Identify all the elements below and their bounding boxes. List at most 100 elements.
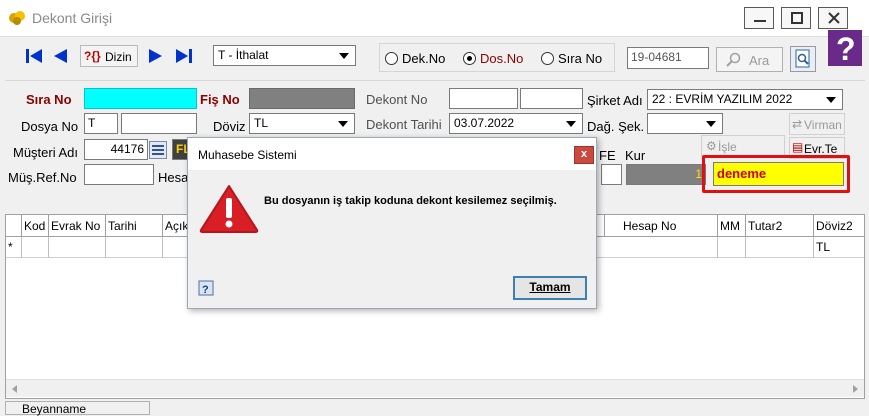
horizontal-scrollbar[interactable] bbox=[6, 379, 864, 397]
next-icon bbox=[149, 49, 162, 63]
cell-doviz2[interactable]: TL bbox=[814, 237, 864, 258]
kur-label: Kur bbox=[625, 148, 646, 163]
first-icon bbox=[26, 49, 42, 63]
app-icon bbox=[8, 8, 26, 26]
virman-label: Virman bbox=[804, 118, 842, 132]
scroll-left-icon bbox=[12, 385, 17, 393]
maximize-button[interactable] bbox=[781, 7, 811, 29]
chevron-down-icon bbox=[566, 121, 576, 127]
col-evrak-no[interactable]: Evrak No bbox=[49, 215, 106, 237]
dag-sek-select[interactable] bbox=[647, 113, 723, 134]
radio-sira-no[interactable]: Sıra No bbox=[541, 51, 602, 66]
col-kod[interactable]: Kod bbox=[22, 215, 49, 237]
col-tutar2[interactable]: Tutar2 bbox=[746, 215, 814, 237]
svg-text:?: ? bbox=[836, 31, 856, 66]
first-record-button[interactable] bbox=[24, 45, 44, 67]
cell-kod[interactable] bbox=[22, 237, 49, 258]
process-icon: ⚙ bbox=[706, 139, 717, 153]
musteri-lookup-button[interactable] bbox=[149, 141, 167, 159]
minimize-icon bbox=[754, 20, 766, 22]
sirket-adi-label: Şirket Adı bbox=[587, 93, 643, 108]
dag-sek-label: Dağ. Şek. bbox=[587, 119, 645, 134]
minimize-button[interactable] bbox=[744, 7, 774, 29]
dekont-tarihi-picker[interactable]: 03.07.2022 bbox=[449, 113, 583, 134]
prev-record-button[interactable] bbox=[50, 45, 70, 67]
kur-field[interactable]: 1 bbox=[626, 164, 706, 185]
radio-dos-no[interactable]: Dos.No bbox=[463, 51, 523, 66]
highlight-box bbox=[702, 155, 850, 193]
preview-button[interactable] bbox=[790, 46, 816, 72]
error-warning-icon bbox=[199, 185, 259, 233]
dosya-no-label: Dosya No bbox=[21, 119, 79, 134]
fe-field[interactable] bbox=[601, 164, 622, 185]
musteri-code-field[interactable]: 44176 bbox=[84, 139, 148, 160]
chevron-down-icon bbox=[338, 121, 348, 127]
divider bbox=[5, 80, 865, 81]
sira-no-field[interactable] bbox=[84, 88, 197, 109]
type-select-value: T - İthalat bbox=[218, 48, 269, 62]
sirket-adi-select[interactable]: 22 : EVRİM YAZILIM 2022 bbox=[647, 89, 843, 110]
cell-evrak-no[interactable] bbox=[49, 237, 106, 258]
cell-tutar2[interactable] bbox=[746, 237, 814, 258]
new-row-marker: * bbox=[6, 237, 22, 258]
cell-hesap-no[interactable] bbox=[621, 237, 718, 258]
fis-no-field[interactable] bbox=[249, 88, 355, 109]
cell-tarihi[interactable] bbox=[106, 237, 163, 258]
dialog-title-bar: Muhasebe Sistemi x bbox=[188, 138, 596, 170]
title-bar bbox=[0, 0, 869, 37]
next-record-button[interactable] bbox=[146, 45, 166, 67]
tab-beyanname-label: Beyanname bbox=[22, 402, 87, 416]
doviz-value: TL bbox=[254, 116, 269, 130]
dizin-button[interactable]: ?{} Dizin bbox=[80, 45, 138, 67]
doviz-select[interactable]: TL bbox=[249, 113, 355, 134]
virman-icon: ⇄ bbox=[792, 117, 803, 131]
radio-dek-no[interactable]: Dek.No bbox=[385, 51, 445, 66]
document-search-icon bbox=[795, 49, 810, 68]
col-tarihi[interactable]: Tarihi bbox=[106, 215, 163, 237]
dialog-close-button[interactable]: x bbox=[574, 146, 594, 164]
dosya-no-field[interactable]: T bbox=[84, 113, 118, 134]
search-input[interactable]: 19-04681 bbox=[627, 47, 709, 69]
dialog-title: Muhasebe Sistemi bbox=[198, 148, 297, 162]
dekont-no-field-1[interactable] bbox=[449, 88, 518, 109]
hesap-label: Hesa bbox=[158, 170, 189, 185]
radio-label: Dos.No bbox=[480, 51, 524, 67]
col-mm[interactable]: MM bbox=[718, 215, 746, 237]
type-select[interactable]: T - İthalat bbox=[213, 45, 356, 66]
last-record-button[interactable] bbox=[174, 45, 194, 67]
svg-text:?: ? bbox=[202, 284, 209, 296]
search-button[interactable]: Ara bbox=[716, 47, 783, 72]
ok-button[interactable]: Tamam bbox=[513, 276, 587, 300]
dialog-message: Bu dosyanın iş takip koduna dekont kesil… bbox=[264, 195, 557, 207]
col-doviz2[interactable]: Döviz2 bbox=[814, 215, 864, 237]
sirket-adi-value: 22 : EVRİM YAZILIM 2022 bbox=[652, 92, 793, 106]
mus-ref-no-label: Müş.Ref.No bbox=[8, 170, 77, 185]
close-icon bbox=[828, 12, 840, 24]
help-button[interactable]: ? bbox=[828, 30, 862, 67]
isle-button[interactable]: ⚙ İşle bbox=[701, 135, 785, 157]
dosya-no-extra-field[interactable] bbox=[121, 113, 197, 134]
chevron-down-icon bbox=[826, 97, 836, 103]
col-hesap-no[interactable]: Hesap No bbox=[621, 215, 718, 237]
dekont-no-field-2[interactable] bbox=[520, 88, 583, 109]
radio-label: Sıra No bbox=[558, 51, 603, 67]
evr-te-label: Evr.Te bbox=[804, 142, 838, 156]
dekont-tarihi-label: Dekont Tarihi bbox=[366, 117, 442, 132]
document-icon: ▤ bbox=[792, 140, 804, 154]
ok-button-label: Tamam bbox=[529, 280, 571, 294]
radio-circle-selected bbox=[463, 52, 476, 66]
chevron-down-icon bbox=[339, 53, 349, 59]
help-icon: ? bbox=[198, 280, 214, 296]
dizin-label: Dizin bbox=[105, 50, 132, 64]
maximize-icon bbox=[791, 12, 803, 24]
close-window-button[interactable] bbox=[818, 7, 848, 29]
chevron-down-icon bbox=[706, 121, 716, 127]
help-icon: ? bbox=[836, 31, 856, 67]
virman-button[interactable]: ⇄ Virman bbox=[789, 113, 845, 135]
window-title: Dekont Girişi bbox=[32, 10, 113, 26]
index-icon: ?{} bbox=[84, 49, 101, 63]
fe-label: FE bbox=[599, 148, 616, 163]
mus-ref-no-field[interactable] bbox=[84, 164, 154, 185]
search-mode-group: Dek.No Dos.No Sıra No bbox=[379, 43, 615, 72]
cell-mm[interactable] bbox=[718, 237, 746, 258]
